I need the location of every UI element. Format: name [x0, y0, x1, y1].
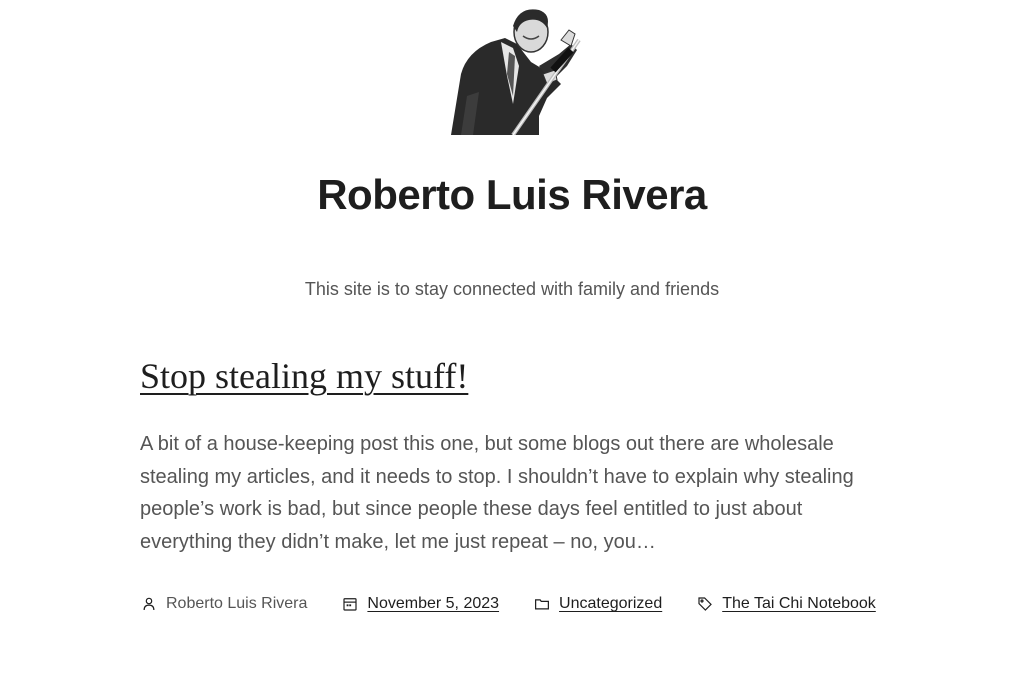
post-tag: The Tai Chi Notebook: [696, 595, 876, 613]
site-logo-image[interactable]: [443, 4, 588, 135]
tag-icon: [698, 597, 713, 611]
post-title-link[interactable]: Stop stealing my stuff!: [140, 354, 468, 398]
post-meta: Roberto Luis Rivera November 5, 2023 Unc…: [140, 592, 910, 616]
post-excerpt: A bit of a house-keeping post this one, …: [140, 433, 854, 553]
person-icon: [143, 597, 155, 611]
post-category-link[interactable]: Uncategorized: [559, 595, 662, 613]
site-tagline: This site is to stay connected with fami…: [304, 279, 720, 299]
calendar-icon: [343, 598, 358, 611]
folder-icon: [535, 599, 550, 610]
post-category: Uncategorized: [533, 595, 662, 613]
post-date-link[interactable]: November 5, 2023: [367, 595, 499, 613]
site-title[interactable]: Roberto Luis Rivera: [0, 170, 1024, 220]
post-tag-link[interactable]: The Tai Chi Notebook: [722, 595, 876, 613]
post-date: November 5, 2023: [341, 595, 499, 613]
post-author-name: Roberto Luis Rivera: [166, 595, 308, 612]
post-author: Roberto Luis Rivera: [140, 595, 307, 613]
